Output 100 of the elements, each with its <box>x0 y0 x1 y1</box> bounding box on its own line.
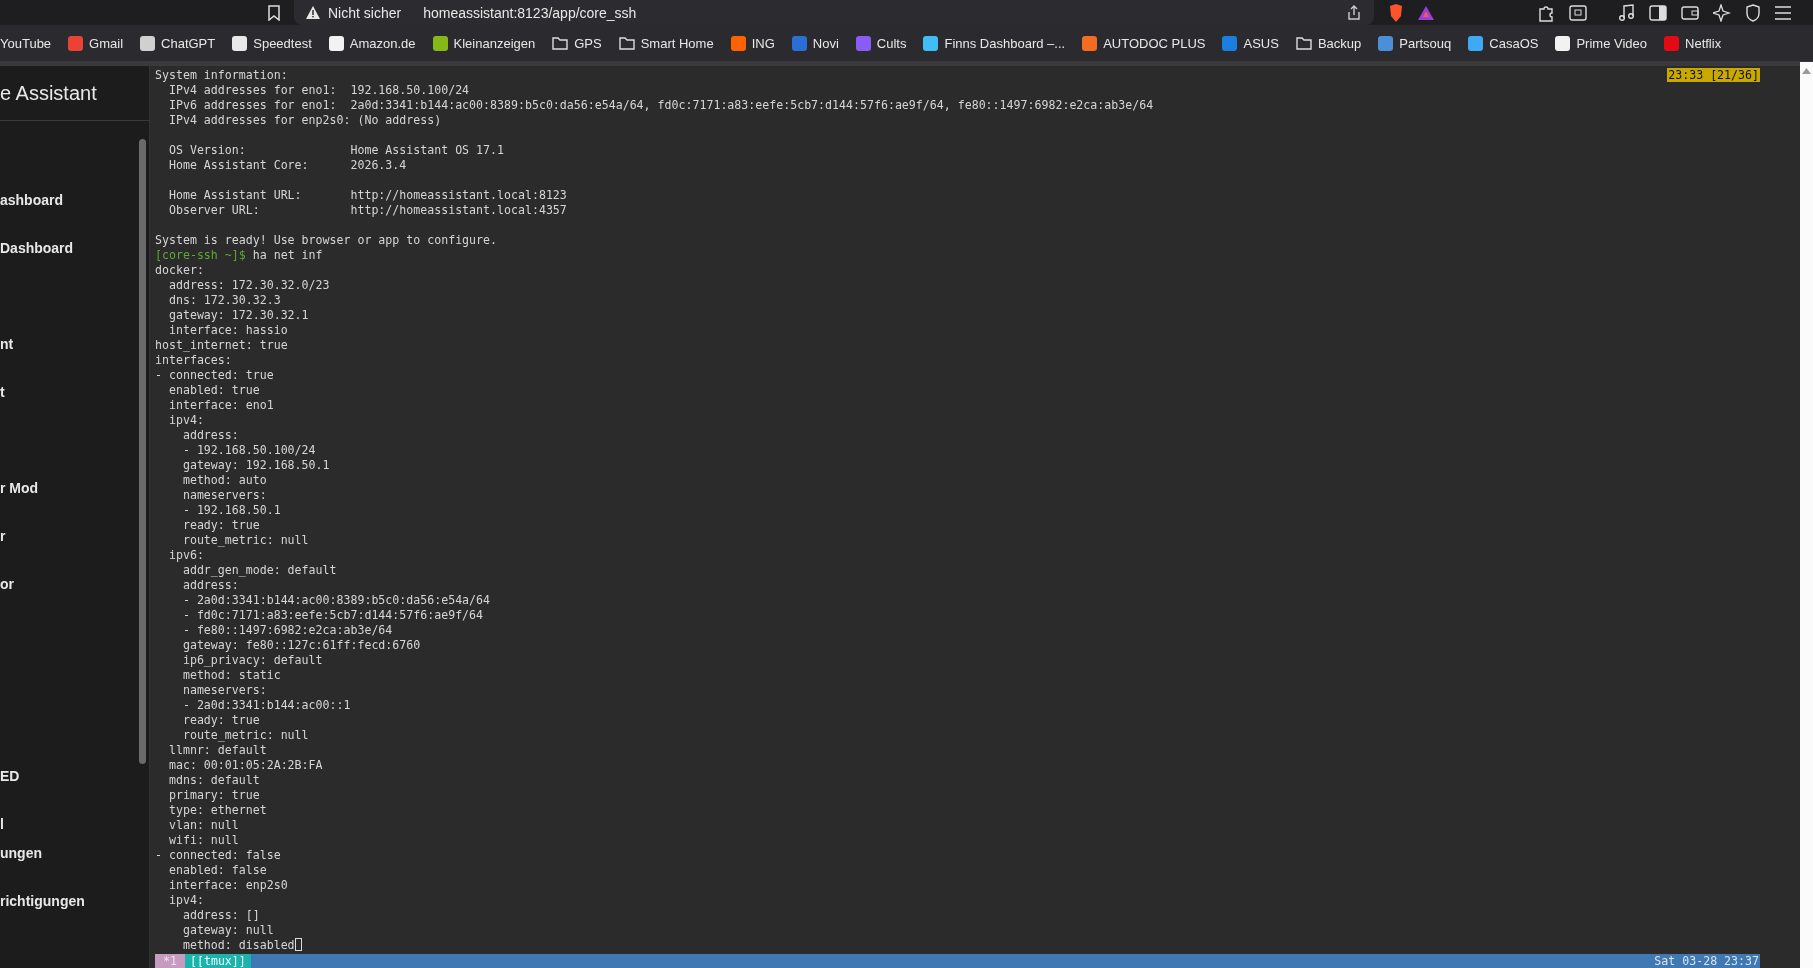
sidebar-item[interactable]: t <box>0 383 5 401</box>
bookmark-link[interactable]: CasaOS <box>1468 35 1539 51</box>
sparkle-icon[interactable] <box>1713 3 1731 22</box>
site-icon <box>140 35 156 51</box>
sidebar-item[interactable]: nt <box>0 335 14 353</box>
terminal-line: interface: eno1 <box>167 398 274 412</box>
sidebar-item[interactable]: ungen <box>0 844 149 862</box>
music-note-icon[interactable] <box>1619 3 1635 22</box>
puzzle-icon[interactable] <box>1537 3 1555 22</box>
terminal-line: - 192.168.50.100/24 <box>181 443 316 457</box>
sidebar-item[interactable]: l <box>0 815 4 833</box>
terminal-line: - 2a0d:3341:b144:ac00:8389:b5c0:da56:e54a/64 <box>181 593 491 607</box>
bookmark-link[interactable]: Partsouq <box>1378 35 1452 51</box>
terminal-line: ipv6: <box>167 548 204 562</box>
terminal-line: address: <box>181 428 239 442</box>
terminal-line: route_metric: null <box>181 533 309 547</box>
sidebar-icon[interactable] <box>1649 4 1667 21</box>
scroll-up-icon[interactable] <box>1802 68 1811 74</box>
bookmark-link[interactable]: AUTODOC PLUS <box>1082 35 1206 51</box>
bookmark-link[interactable]: Finns Dashboard –... <box>923 35 1066 51</box>
terminal-line: addr_gen_mode: default <box>181 563 337 577</box>
terminal-line: interface: hassio <box>167 323 288 337</box>
site-icon <box>68 35 84 51</box>
terminal-line: Home Assistant URL: http://homeassistant.local:8123 <box>167 188 567 202</box>
bookmark-link[interactable]: Novi <box>791 35 839 51</box>
sidebar-item[interactable]: or <box>0 575 14 593</box>
terminal-line: docker: <box>155 263 204 277</box>
terminal-line: address: 172.30.32.0/23 <box>167 278 330 292</box>
sidebar-item[interactable]: ashboard <box>0 191 63 209</box>
terminal-line: nameservers: <box>181 488 267 502</box>
terminal-line: enabled: false <box>167 863 267 877</box>
shield-icon[interactable] <box>1388 3 1404 22</box>
terminal-line: address: [] <box>181 908 260 922</box>
site-icon <box>791 35 807 51</box>
terminal-line: - fe80::1497:6982:e2ca:ab3e/64 <box>181 623 393 637</box>
bookmark-icon[interactable] <box>268 4 280 21</box>
wallet-icon[interactable] <box>1681 4 1699 21</box>
terminal-line: Observer URL: http://homeassistant.local:4357 <box>167 203 567 217</box>
terminal-line: mac: 00:01:05:2A:2B:FA <box>167 758 323 772</box>
bookmark-link[interactable]: YouTube <box>0 35 52 51</box>
terminal-line: nameservers: <box>181 683 267 697</box>
terminal-line: ipv4: <box>167 413 204 427</box>
bookmark-link[interactable]: ASUS <box>1222 35 1279 51</box>
sidebar-item[interactable]: r Mod <box>0 479 39 497</box>
bookmark-link[interactable]: Gmail <box>68 35 124 51</box>
triangle-icon[interactable] <box>1418 5 1434 20</box>
site-icon <box>232 35 248 51</box>
frame-icon[interactable] <box>1569 4 1587 21</box>
bookmark-link[interactable]: Smart Home <box>618 35 714 51</box>
bookmark-link[interactable]: Cults <box>855 35 907 51</box>
terminal-line: interfaces: <box>155 353 232 367</box>
bookmark-link[interactable]: Netflix <box>1664 35 1722 51</box>
sidebar-item[interactable]: ED <box>0 767 20 785</box>
bookmark-link[interactable]: ChatGPT <box>140 35 216 51</box>
bookmark-link[interactable]: GPS <box>552 35 602 51</box>
terminal-line: System is ready! Use browser or app to configure. <box>155 233 498 247</box>
site-icon <box>730 35 746 51</box>
url-text: homeassistant:8123/app/core_ssh <box>423 4 637 21</box>
bookmark-link[interactable]: Backup <box>1295 35 1362 51</box>
terminal-line: primary: true <box>167 788 260 802</box>
terminal-line: enabled: true <box>167 383 260 397</box>
sidebar-title: e Assistant <box>0 66 149 121</box>
folder-icon <box>1295 36 1312 50</box>
status-clock: Sat 03-28 23:37 <box>1654 954 1760 968</box>
sidebar-item[interactable]: r <box>0 527 6 545</box>
terminal-line: method: auto <box>181 473 267 487</box>
security-label: Nicht sicher <box>328 4 402 21</box>
terminal-line: gateway: 192.168.50.1 <box>181 458 330 472</box>
terminal-line: gateway: null <box>181 923 274 937</box>
site-icon <box>328 35 344 51</box>
menu-icon[interactable] <box>1775 5 1791 20</box>
bookmark-link[interactable]: Speedtest <box>232 35 312 51</box>
shell-prompt: [core-ssh ~]$ <box>155 248 246 262</box>
terminal-line: dns: 172.30.32.3 <box>167 293 281 307</box>
terminal-line: ipv4: <box>167 893 204 907</box>
sidebar-item[interactable]: Dashboard <box>0 239 74 257</box>
command-text: ha net inf <box>251 248 323 262</box>
bookmark-link[interactable]: Amazon.de <box>328 35 416 51</box>
terminal-line: gateway: 172.30.32.1 <box>167 308 309 322</box>
warning-icon <box>306 6 320 19</box>
site-icon <box>1222 35 1238 51</box>
terminal-line: gateway: fe80::127c:61ff:fecd:6760 <box>181 638 421 652</box>
shield-outline-icon[interactable] <box>1745 3 1761 22</box>
share-icon[interactable] <box>1346 4 1362 21</box>
scrollbar[interactable] <box>1800 62 1813 968</box>
terminal-line: vlan: null <box>167 818 239 832</box>
terminal-line: method: static <box>181 668 281 682</box>
bookmark-link[interactable]: ING <box>730 35 775 51</box>
terminal-line: mdns: default <box>167 773 260 787</box>
bookmark-link[interactable]: Prime Video <box>1555 35 1647 51</box>
terminal-line: address: <box>181 578 239 592</box>
terminal-line: - 2a0d:3341:b144:ac00::1 <box>181 698 351 712</box>
bookmark-link[interactable]: Kleinanzeigen <box>432 35 536 51</box>
address-bar[interactable]: Nicht sicher homeassistant:8123/app/core_ssh <box>294 0 1374 25</box>
terminal-line: ready: true <box>181 518 260 532</box>
site-icon <box>1378 35 1394 51</box>
terminal-line: OS Version: Home Assistant OS 17.1 <box>167 143 504 157</box>
site-icon <box>1468 35 1484 51</box>
sidebar-item[interactable]: richtigungen <box>0 892 149 910</box>
terminal-line: - 192.168.50.1 <box>181 503 281 517</box>
